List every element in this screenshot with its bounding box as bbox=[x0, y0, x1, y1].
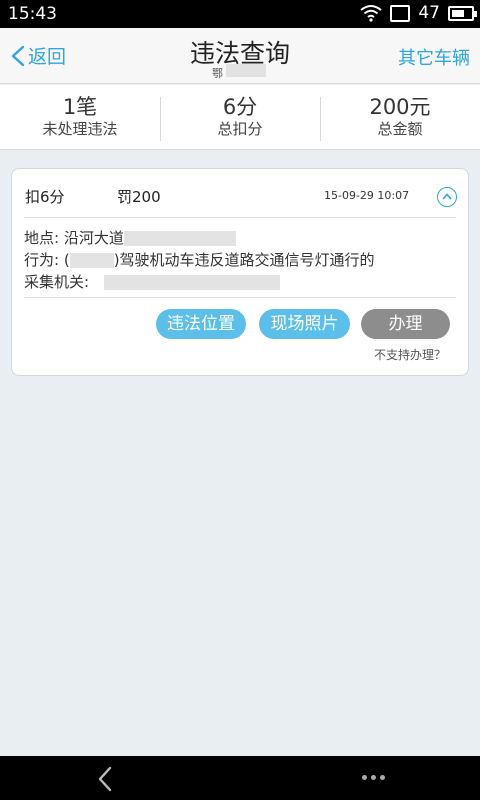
redacted-text bbox=[123, 231, 236, 246]
collapse-icon[interactable] bbox=[437, 187, 457, 207]
behavior-label: 行为: bbox=[24, 251, 60, 269]
violation-agency: 采集机关: bbox=[24, 271, 280, 292]
plate-prefix: 鄂 bbox=[212, 67, 223, 80]
header: 返回 违法查询 鄂 其它车辆 bbox=[0, 28, 480, 84]
nav-back-icon[interactable] bbox=[97, 766, 113, 796]
battery-level: 47 bbox=[418, 3, 440, 23]
violation-card: 扣6分 罚200 15-09-29 10:07 地点: 沿河大道 行为: ()驾… bbox=[11, 168, 469, 376]
plate-number-redacted bbox=[226, 64, 266, 77]
handle-button[interactable]: 办理 bbox=[361, 309, 450, 339]
agency-label: 采集机关: bbox=[24, 273, 90, 291]
summary-count-label: 未处理违法 bbox=[42, 120, 118, 138]
summary-count: 1笔 未处理违法 bbox=[0, 85, 160, 149]
navigation-bar bbox=[0, 756, 480, 800]
violation-location: 地点: 沿河大道 bbox=[24, 227, 236, 248]
redacted-agency bbox=[103, 275, 280, 290]
location-value: 沿河大道 bbox=[63, 229, 124, 247]
summary-points-value: 6分 bbox=[222, 95, 258, 119]
status-time: 15:43 bbox=[8, 4, 57, 24]
summary-points-label: 总扣分 bbox=[217, 120, 263, 138]
unsupported-link[interactable]: 不支持办理？ bbox=[374, 346, 446, 363]
battery-icon bbox=[448, 5, 477, 21]
more-icon[interactable] bbox=[362, 775, 385, 780]
divider bbox=[24, 297, 456, 298]
summary-amount-value: 200元 bbox=[369, 95, 431, 119]
wifi-icon bbox=[360, 4, 382, 22]
violation-location-button[interactable]: 违法位置 bbox=[156, 309, 246, 339]
redacted-code bbox=[69, 253, 114, 268]
summary-points: 6分 总扣分 bbox=[160, 85, 320, 149]
status-bar: 15:43 47 bbox=[0, 0, 480, 28]
scene-photos-button[interactable]: 现场照片 bbox=[259, 309, 350, 339]
window-icon bbox=[390, 4, 411, 22]
summary-count-value: 1笔 bbox=[62, 95, 98, 119]
summary-amount: 200元 总金额 bbox=[320, 85, 480, 149]
violation-fine: 罚200 bbox=[117, 188, 161, 206]
other-vehicles-button[interactable]: 其它车辆 bbox=[398, 44, 470, 70]
summary-bar: 1笔 未处理违法 6分 总扣分 200元 总金额 bbox=[0, 85, 480, 150]
violation-time: 15-09-29 10:07 bbox=[324, 189, 410, 202]
behavior-text: )驾驶机动车违反道路交通信号灯通行的 bbox=[113, 251, 375, 269]
violation-points: 扣6分 bbox=[25, 188, 65, 206]
violation-behavior: 行为: ()驾驶机动车违反道路交通信号灯通行的 bbox=[24, 249, 375, 270]
divider bbox=[24, 217, 456, 218]
summary-amount-label: 总金额 bbox=[377, 120, 423, 138]
location-label: 地点: bbox=[24, 229, 60, 247]
